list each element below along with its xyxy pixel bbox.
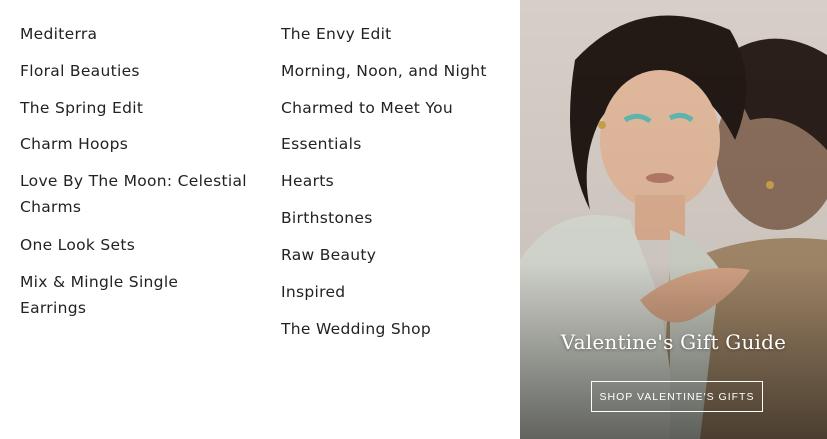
menu-link-mediterra[interactable]: Mediterra [20, 21, 255, 47]
menu-link-raw-beauty[interactable]: Raw Beauty [281, 242, 506, 268]
menu-link-essentials[interactable]: Essentials [281, 131, 506, 157]
couple-photo [520, 0, 827, 439]
menu-link-one-look-sets[interactable]: One Look Sets [20, 232, 255, 258]
menu-link-the-envy-edit[interactable]: The Envy Edit [281, 21, 506, 47]
menu-link-the-wedding-shop[interactable]: The Wedding Shop [281, 316, 506, 342]
menu-link-inspired[interactable]: Inspired [281, 279, 506, 305]
menu-link-charmed-to-meet-you[interactable]: Charmed to Meet You [281, 95, 506, 121]
menu-link-floral-beauties[interactable]: Floral Beauties [20, 58, 255, 84]
menu-link-morning-noon-night[interactable]: Morning, Noon, and Night [281, 58, 506, 84]
valentines-feature-card[interactable]: Valentine's Gift Guide SHOP VALENTINE'S … [520, 0, 827, 439]
menu-link-mix-and-mingle[interactable]: Mix & Mingle Single Earrings [20, 269, 210, 321]
shop-valentines-gifts-button[interactable]: SHOP VALENTINE'S GIFTS [591, 381, 763, 412]
feature-title: Valentine's Gift Guide [560, 330, 787, 354]
menu-link-charm-hoops[interactable]: Charm Hoops [20, 131, 255, 157]
menu-link-hearts[interactable]: Hearts [281, 168, 506, 194]
menu-link-the-spring-edit[interactable]: The Spring Edit [20, 95, 255, 121]
menu-link-birthstones[interactable]: Birthstones [281, 205, 506, 231]
menu-link-love-by-the-moon[interactable]: Love By The Moon: Celestial Charms [20, 168, 255, 220]
